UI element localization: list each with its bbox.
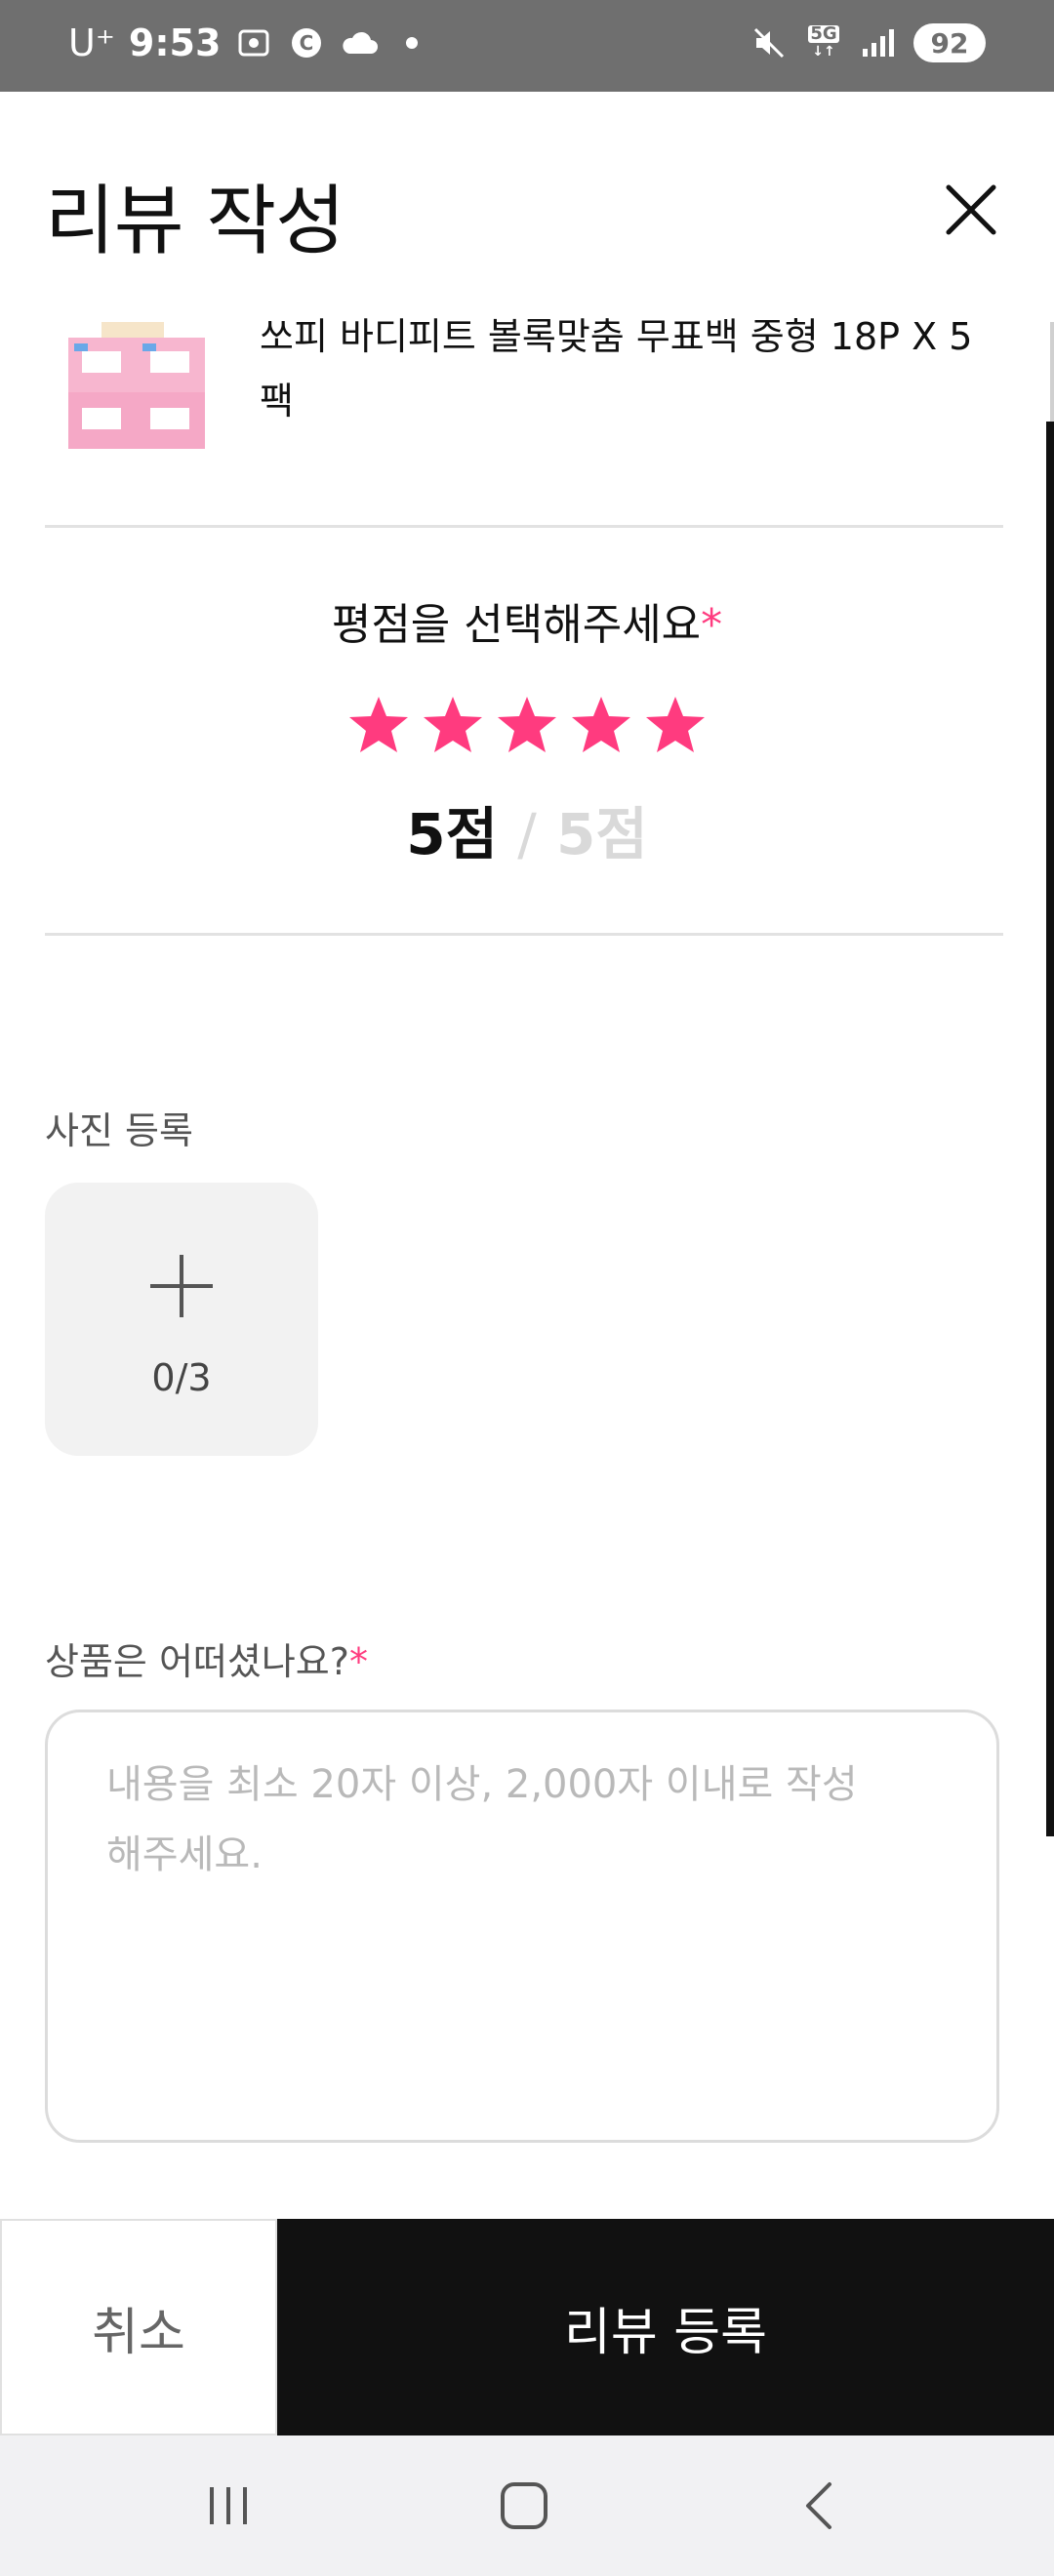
- star-icon-3[interactable]: [496, 695, 558, 755]
- score-max: 5점: [555, 801, 648, 867]
- star-rating[interactable]: [347, 695, 707, 755]
- required-mark: *: [348, 1640, 368, 1683]
- required-mark: *: [701, 600, 723, 650]
- back-icon[interactable]: [789, 2475, 851, 2537]
- 5g-icon: 5G ↓↑: [808, 23, 839, 60]
- action-bar: 취소 리뷰 등록: [0, 2219, 1054, 2435]
- star-icon-5[interactable]: [644, 695, 707, 755]
- divider: [45, 933, 1003, 936]
- clock: 9:53: [128, 21, 222, 64]
- product-thumbnail: [68, 322, 205, 455]
- c-badge-icon: C: [287, 23, 326, 62]
- carrier-label: U⁺: [68, 21, 115, 64]
- signal-icon: [859, 23, 898, 62]
- rating-prompt: 평점을 선택해주세요*: [0, 589, 1054, 652]
- cancel-button[interactable]: 취소: [0, 2219, 277, 2435]
- header: 리뷰 작성: [0, 92, 1054, 322]
- review-label: 상품은 어떠셨나요?*: [45, 1631, 368, 1685]
- plus-icon: [150, 1255, 213, 1317]
- cloud-icon: [340, 23, 379, 62]
- star-icon-4[interactable]: [570, 695, 632, 755]
- svg-text:C: C: [300, 31, 314, 55]
- star-icon-2[interactable]: [422, 695, 484, 755]
- star-icon-1[interactable]: [347, 695, 410, 755]
- review-label-text: 상품은 어떠셨나요?: [45, 1640, 349, 1683]
- divider: [45, 525, 1003, 528]
- mute-icon: [750, 23, 789, 62]
- home-icon[interactable]: [493, 2475, 555, 2537]
- score-value: 5점: [406, 801, 499, 867]
- status-bar: U⁺ 9:53 C 5G ↓↑ 92: [0, 0, 1054, 92]
- close-icon[interactable]: [937, 176, 1005, 244]
- review-placeholder: 내용을 최소 20자 이상, 2,000자 이내로 작성해주세요.: [106, 1762, 858, 1877]
- scrollbar[interactable]: [1046, 422, 1054, 1836]
- scrollbar-track: [1050, 322, 1054, 422]
- recent-apps-icon[interactable]: [197, 2475, 260, 2537]
- photo-count: 0/3: [151, 1356, 212, 1399]
- network-label: 5G: [808, 23, 839, 44]
- dot-icon: [392, 23, 431, 62]
- page-title: 리뷰 작성: [45, 178, 345, 265]
- navigation-bar: [0, 2435, 1054, 2576]
- rating-score: 5점 / 5점: [0, 788, 1054, 870]
- submit-review-button[interactable]: 리뷰 등록: [277, 2219, 1054, 2435]
- product-name: 쏘피 바디피트 볼록맞춤 무표백 중형 18P X 5팩: [260, 315, 973, 423]
- add-photo-button[interactable]: 0/3: [45, 1183, 318, 1456]
- score-separator: /: [517, 801, 537, 867]
- review-textarea[interactable]: 내용을 최소 20자 이상, 2,000자 이내로 작성해주세요.: [45, 1710, 999, 2143]
- screenshot-icon: [234, 23, 273, 62]
- rating-prompt-text: 평점을 선택해주세요: [331, 600, 702, 650]
- photo-label: 사진 등록: [45, 1109, 193, 1152]
- battery-icon: 92: [913, 23, 986, 62]
